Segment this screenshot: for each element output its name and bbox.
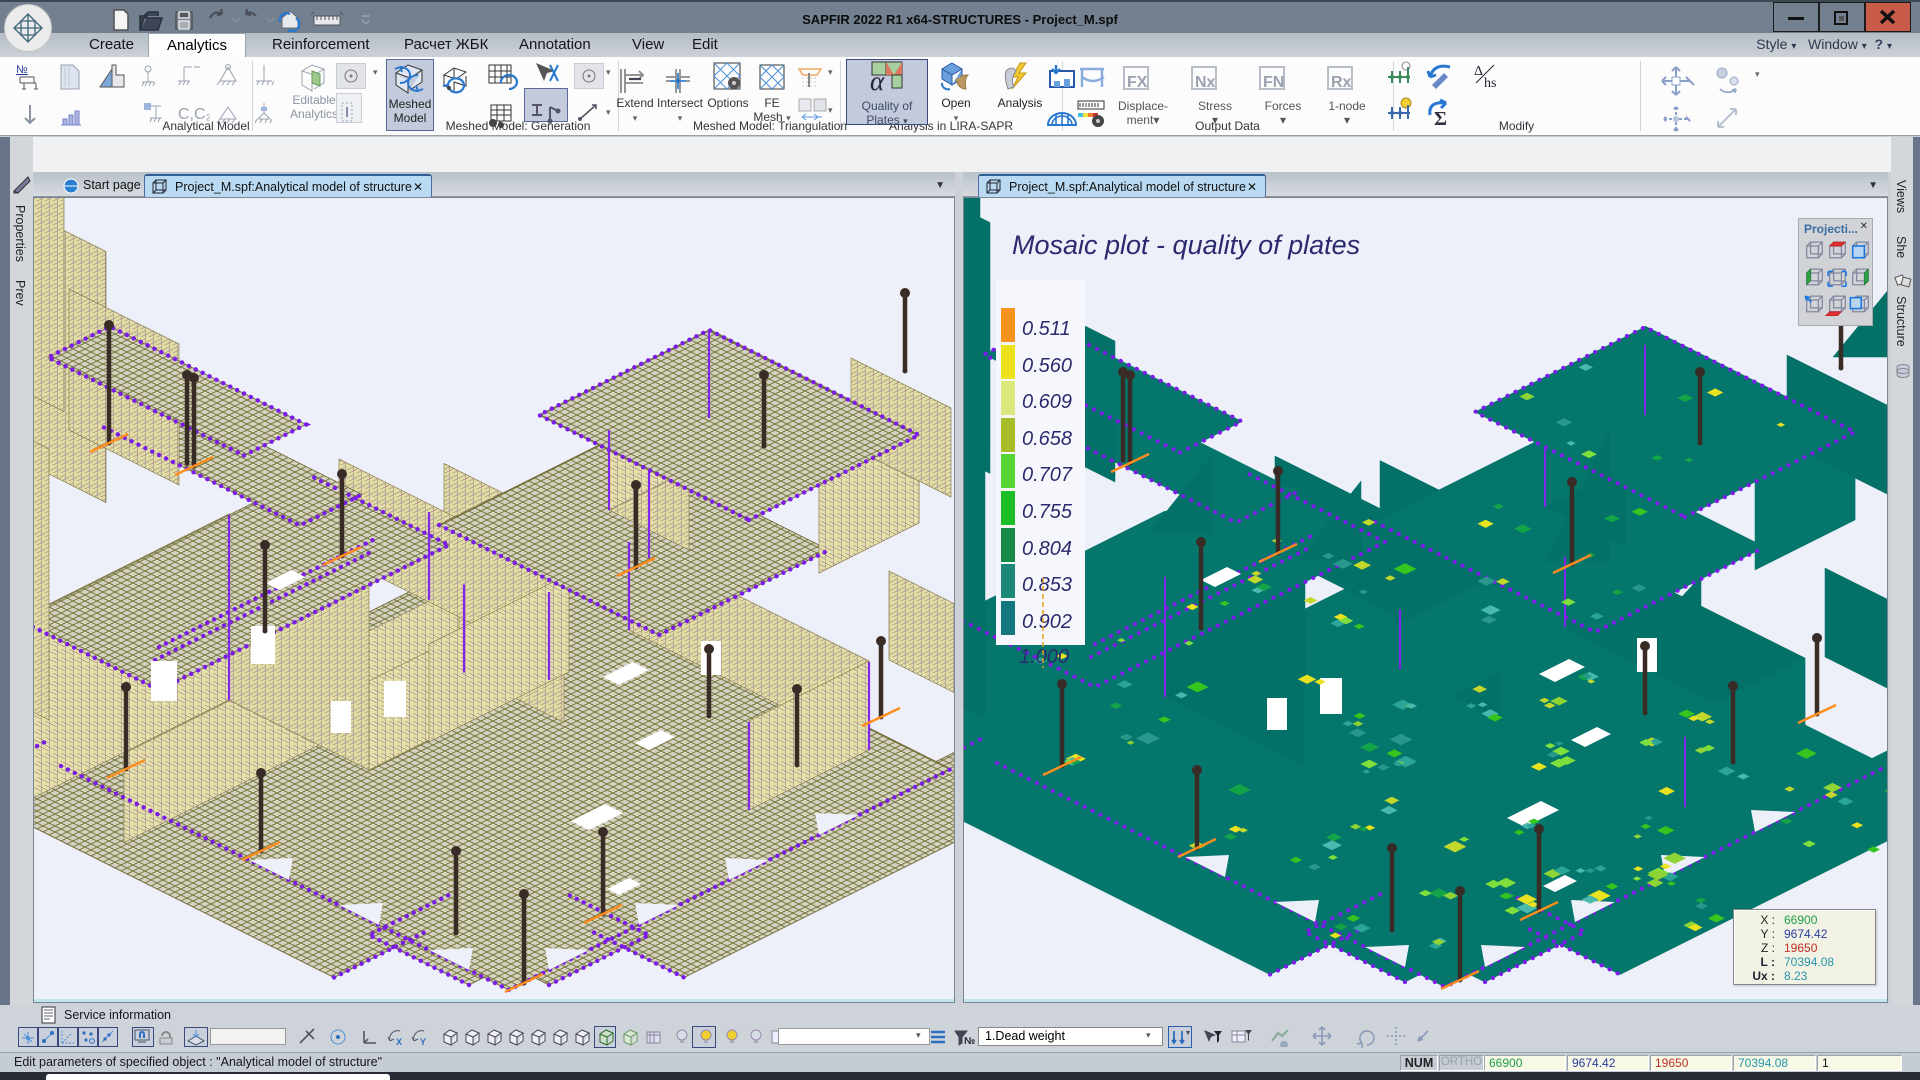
svg-text:Nx: Nx [1195, 74, 1216, 91]
svg-text:C,C₂: C,C₂ [178, 106, 210, 123]
svg-text:α: α [870, 66, 885, 95]
svg-text:FX: FX [1127, 74, 1148, 91]
svg-text:Y: Y [420, 1037, 426, 1047]
svg-text:hs: hs [1484, 76, 1496, 91]
svg-text:Rx: Rx [1331, 74, 1352, 91]
svg-text:FN: FN [1263, 74, 1284, 91]
svg-text:Σ: Σ [1434, 108, 1447, 130]
svg-text:№: № [16, 64, 28, 76]
svg-text:X: X [396, 1037, 402, 1047]
svg-text:№: № [964, 1036, 975, 1047]
